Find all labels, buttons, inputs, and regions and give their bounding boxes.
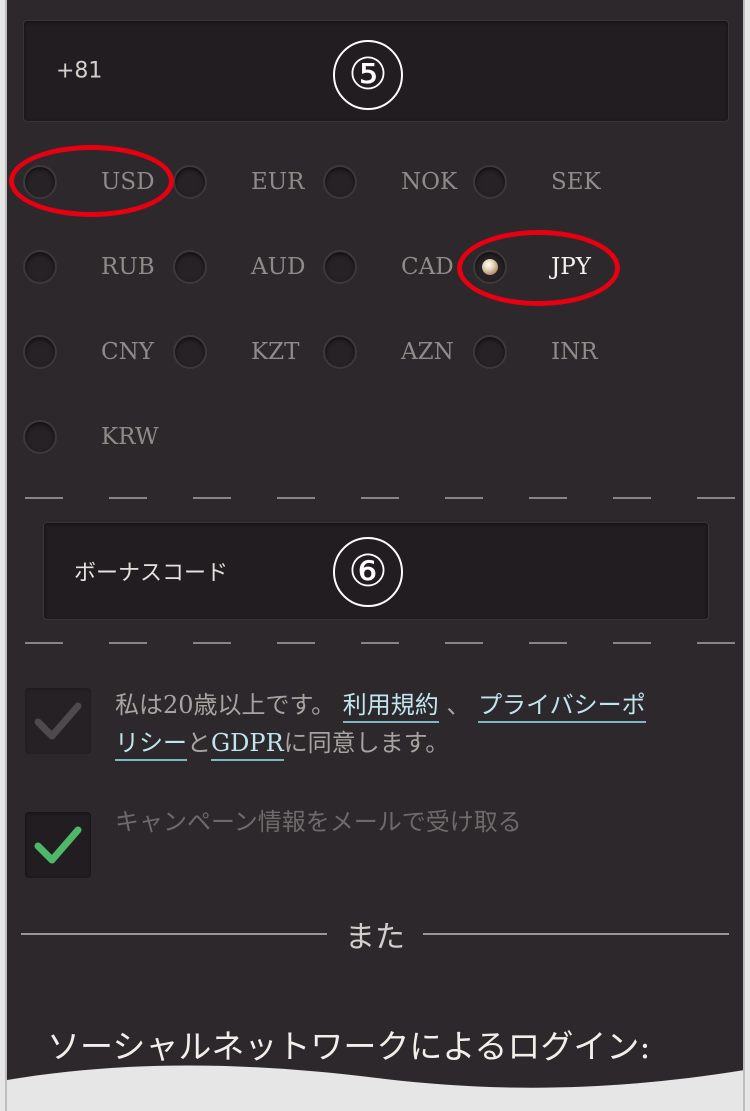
currency-label: KRW <box>101 424 159 450</box>
terms-prefix: 私は20歳以上です。 <box>115 691 336 719</box>
radio-krw[interactable] <box>23 420 57 454</box>
currency-label: AUD <box>251 254 306 280</box>
radio-cny[interactable] <box>23 335 57 369</box>
radio-eur[interactable] <box>173 165 207 199</box>
currency-option-rub[interactable]: RUB <box>23 250 155 284</box>
radio-aud[interactable] <box>173 250 207 284</box>
currency-label: INR <box>551 339 598 365</box>
currency-label: CNY <box>101 339 154 365</box>
currency-option-usd[interactable]: USD <box>23 165 155 199</box>
phone-value: +81 <box>56 58 103 84</box>
currency-option-cad[interactable]: CAD <box>323 250 454 284</box>
or-line-right <box>423 933 729 935</box>
campaign-checkbox[interactable] <box>25 812 91 878</box>
radio-sek[interactable] <box>473 165 507 199</box>
terms-checkbox[interactable] <box>25 688 91 754</box>
currency-option-inr[interactable]: INR <box>473 335 598 369</box>
step-5-marker: ⑤ <box>333 40 403 110</box>
currency-label: RUB <box>101 254 155 280</box>
currency-option-kzt[interactable]: KZT <box>173 335 300 369</box>
currency-label: SEK <box>551 169 601 195</box>
or-divider: また <box>7 912 743 956</box>
bonus-code-placeholder: ボーナスコード <box>74 561 229 586</box>
divider-dashed-bottom <box>25 642 737 644</box>
gdpr-link[interactable]: GDPR <box>211 729 284 761</box>
campaign-label: キャンペーン情報をメールで受け取る <box>115 808 522 836</box>
radio-azn[interactable] <box>323 335 357 369</box>
radio-kzt[interactable] <box>173 335 207 369</box>
currency-label: CAD <box>401 254 454 280</box>
terms-and: と <box>187 729 211 757</box>
or-line-left <box>21 933 327 935</box>
radio-nok[interactable] <box>323 165 357 199</box>
terms-suffix: に同意します。 <box>283 729 450 757</box>
terms-separator: 、 <box>446 691 471 719</box>
currency-option-eur[interactable]: EUR <box>173 165 305 199</box>
currency-option-krw[interactable]: KRW <box>23 420 159 454</box>
check-icon <box>34 702 82 740</box>
radio-jpy[interactable] <box>473 250 507 284</box>
or-label: また <box>345 920 405 955</box>
currency-label: NOK <box>401 169 458 195</box>
currency-label: USD <box>101 169 155 195</box>
currency-option-cny[interactable]: CNY <box>23 335 154 369</box>
privacy-policy-link-cont[interactable]: リシー <box>115 729 187 761</box>
terms-of-use-link[interactable]: 利用規約 <box>342 691 439 723</box>
registration-panel: +81 ⑤ USD EUR NOK SEK RUB AUD CAD JPY CNY KZT AZN I… <box>5 0 745 1111</box>
currency-option-azn[interactable]: AZN <box>323 335 454 369</box>
currency-option-sek[interactable]: SEK <box>473 165 601 199</box>
torn-edge <box>7 1065 743 1111</box>
radio-inr[interactable] <box>473 335 507 369</box>
radio-rub[interactable] <box>23 250 57 284</box>
currency-label: KZT <box>251 339 300 365</box>
currency-label: AZN <box>401 339 454 365</box>
radio-cad[interactable] <box>323 250 357 284</box>
currency-option-nok[interactable]: NOK <box>323 165 457 199</box>
currency-label: EUR <box>251 169 305 195</box>
currency-option-aud[interactable]: AUD <box>173 250 305 284</box>
currency-label: JPY <box>551 254 591 280</box>
divider-dashed-top <box>25 497 737 499</box>
privacy-policy-link[interactable]: プライバシーポ <box>478 691 646 723</box>
radio-usd[interactable] <box>23 165 57 199</box>
step-6-marker: ⑥ <box>333 537 403 607</box>
check-icon <box>34 826 82 864</box>
currency-option-jpy[interactable]: JPY <box>473 250 591 284</box>
terms-text: 私は20歳以上です。 利用規約 、 プライバシーポ リシーとGDPRに同意します… <box>115 686 735 762</box>
